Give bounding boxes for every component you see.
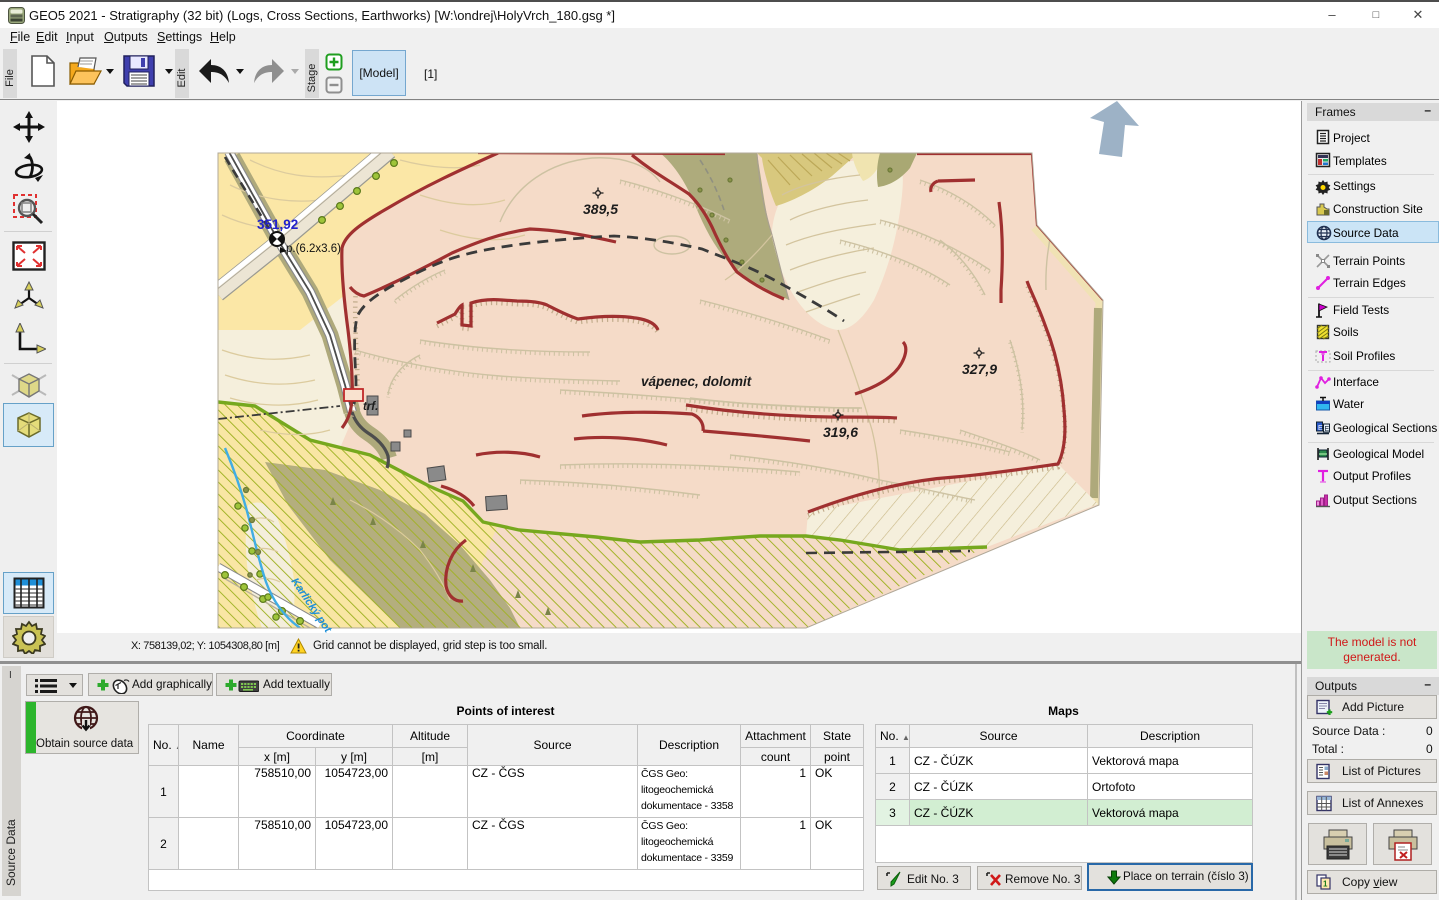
svg-text:319,6: 319,6 [823,424,858,440]
svg-text:E: E [1318,425,1323,432]
svg-text:351,92: 351,92 [257,217,298,232]
svg-text:327,9: 327,9 [962,361,997,377]
svg-text:E: E [1325,426,1330,433]
svg-text:p.(6.2x3.6): p.(6.2x3.6) [286,243,341,255]
svg-text:vápenec, dolomit: vápenec, dolomit [641,374,752,389]
svg-text:1: 1 [1323,880,1328,889]
svg-text:trf.: trf. [363,401,378,413]
svg-text:389,5: 389,5 [583,201,618,217]
